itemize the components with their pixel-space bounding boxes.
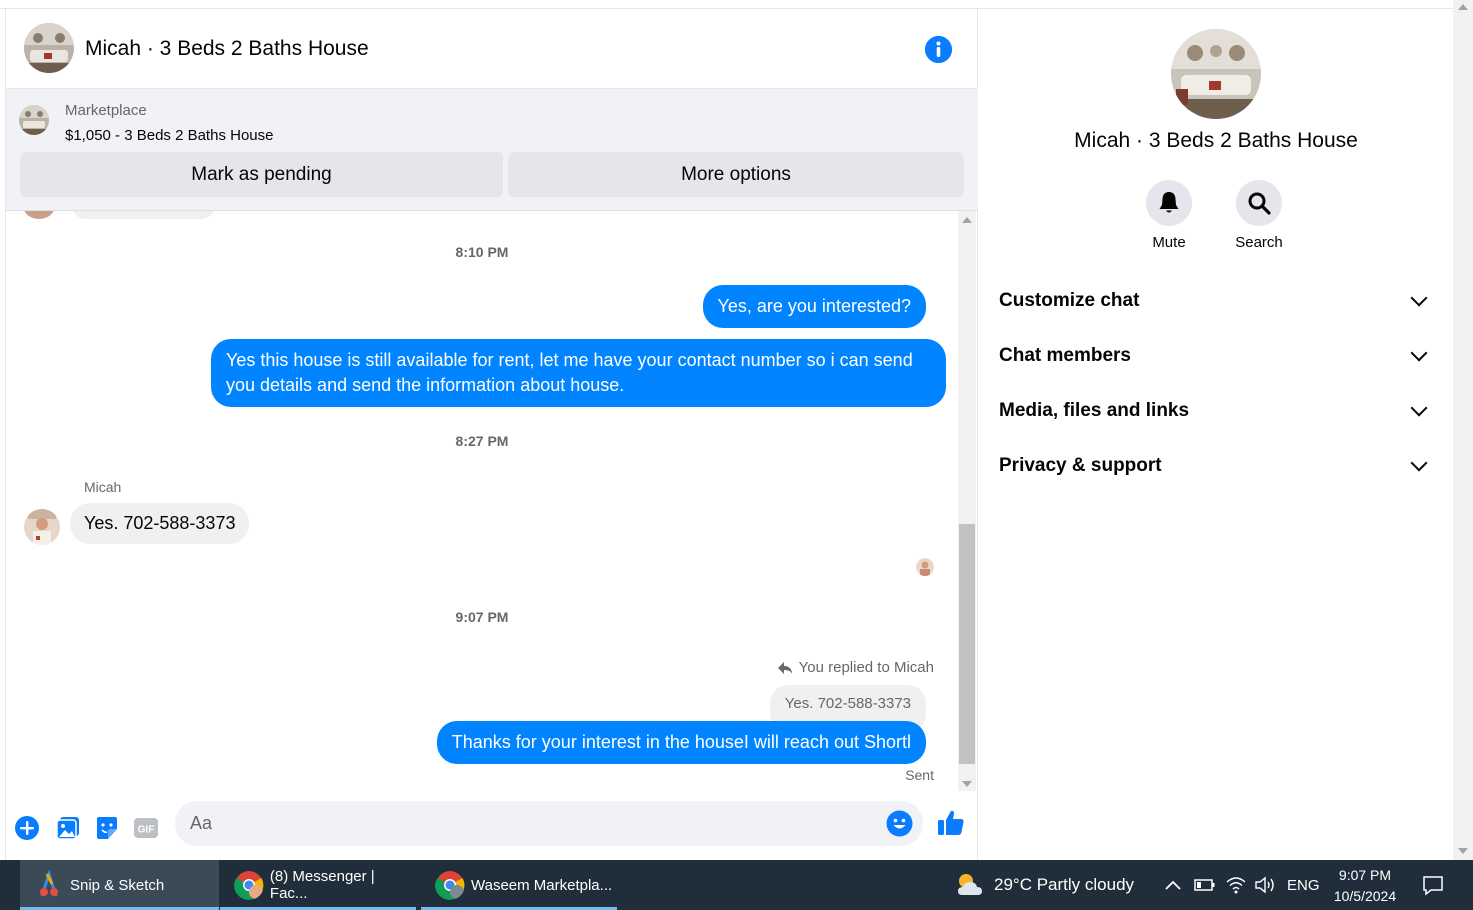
listing-thumbnail[interactable] [19, 105, 49, 135]
emoji-icon[interactable] [886, 810, 913, 837]
volume-icon[interactable] [1254, 860, 1276, 910]
conversation-avatar[interactable] [24, 23, 74, 73]
outgoing-message[interactable]: Yes, are you interested? [702, 285, 926, 328]
plus-icon[interactable] [14, 815, 40, 841]
taskbar-snip-sketch[interactable]: Snip & Sketch [20, 860, 219, 910]
search-label: Search [1235, 234, 1283, 251]
bell-icon [1159, 192, 1179, 213]
scroll-down-arrow[interactable] [1458, 848, 1468, 854]
weather-text: 29°C Partly cloudy [994, 875, 1135, 894]
conversation-info-panel: Micah · 3 Beds 2 Baths House Mute Search… [979, 9, 1453, 860]
chat-title[interactable]: Micah · 3 Beds 2 Baths House [85, 37, 369, 61]
section-privacy-support[interactable]: Privacy & support [999, 446, 1433, 486]
incoming-message[interactable]: Yes. 702-588-3373 [70, 503, 250, 544]
chat-panel: Micah · 3 Beds 2 Baths House Marketplace… [5, 9, 978, 860]
section-label: Media, files and links [999, 400, 1190, 421]
sticker-icon[interactable] [94, 815, 120, 841]
scroll-down-arrow[interactable] [962, 781, 972, 787]
chevron-down-icon [1410, 344, 1428, 362]
listing-title[interactable]: $1,050 - 3 Beds 2 Baths House [65, 127, 273, 144]
section-chat-members[interactable]: Chat members [999, 336, 1433, 376]
profile-avatar[interactable] [1171, 29, 1261, 119]
chevron-down-icon [1410, 289, 1428, 307]
taskbar-app-label: Snip & Sketch [70, 876, 165, 894]
taskbar-marketplace[interactable]: Waseem Marketpla... [421, 860, 617, 910]
partly-cloudy-icon [958, 874, 982, 895]
message-scrollbar[interactable] [958, 211, 976, 791]
show-hidden-icons[interactable] [1164, 860, 1182, 910]
reply-icon [777, 661, 792, 674]
marketplace-banner: Marketplace $1,050 - 3 Beds 2 Baths Hous… [6, 89, 978, 211]
info-icon[interactable] [925, 36, 952, 63]
clock-time: 9:07 PM [1338, 867, 1392, 883]
sender-avatar[interactable] [24, 509, 60, 545]
sender-name: Micah [84, 479, 122, 495]
message-list: 8:10 PM Yes, are you interested? Yes thi… [6, 211, 958, 791]
mute-label: Mute [1152, 234, 1186, 251]
timestamp: 8:10 PM [455, 244, 509, 260]
thumbs-up-icon[interactable] [936, 808, 966, 838]
partial-avatar [24, 211, 54, 219]
taskbar-app-label: (8) Messenger | Fac... [269, 868, 375, 902]
photo-icon[interactable] [55, 815, 81, 841]
section-label: Privacy & support [999, 455, 1162, 476]
page: Micah · 3 Beds 2 Baths House Marketplace… [0, 0, 1473, 910]
chevron-down-icon [1410, 399, 1428, 417]
language-indicator[interactable]: ENG [1287, 860, 1320, 910]
clock-date: 10/5/2024 [1333, 888, 1397, 904]
message-input[interactable]: Aa [175, 801, 923, 846]
message-input-placeholder: Aa [190, 813, 213, 833]
notifications-icon[interactable] [1422, 860, 1444, 910]
marketplace-label: Marketplace [65, 102, 147, 119]
gif-icon-label: GIF [138, 825, 155, 836]
chrome-icon [234, 871, 264, 900]
battery-icon[interactable] [1194, 860, 1216, 910]
more-options-button[interactable]: More options [508, 152, 964, 197]
taskbar: Snip & Sketch (8) Messenger | Fac... Was… [0, 860, 1473, 910]
gif-icon[interactable]: GIF [133, 815, 159, 841]
composer: GIF Aa [6, 791, 978, 860]
delivery-status: Sent [905, 767, 934, 783]
section-label: Customize chat [999, 290, 1140, 311]
page-scrollbar[interactable] [1453, 0, 1473, 860]
profile-title: Micah · 3 Beds 2 Baths House [1074, 129, 1358, 152]
scroll-up-arrow[interactable] [1458, 4, 1468, 10]
reply-indicator: You replied to Micah [777, 659, 934, 676]
wifi-icon[interactable] [1225, 860, 1247, 910]
clock[interactable]: 9:07 PM 10/5/2024 [1325, 865, 1405, 907]
outgoing-message[interactable]: Thanks for your interest in the houseI w… [436, 721, 926, 764]
snip-sketch-icon [40, 870, 58, 897]
scroll-up-arrow[interactable] [962, 217, 972, 223]
search-icon [1248, 192, 1271, 215]
scroll-thumb[interactable] [959, 524, 975, 764]
top-border [0, 0, 1453, 9]
seen-avatar [916, 558, 934, 576]
mute-button[interactable]: Mute [1129, 180, 1209, 251]
mark-as-pending-button[interactable]: Mark as pending [20, 152, 503, 197]
outgoing-message[interactable]: Yes this house is still available for re… [211, 339, 946, 407]
chrome-icon [435, 871, 465, 900]
search-button[interactable]: Search [1219, 180, 1299, 251]
chat-header: Micah · 3 Beds 2 Baths House [6, 9, 978, 89]
chevron-up-icon [1165, 880, 1181, 890]
section-media-files-links[interactable]: Media, files and links [999, 391, 1433, 431]
taskbar-app-label: Waseem Marketpla... [471, 876, 613, 894]
reply-note-text: You replied to Micah [798, 659, 934, 676]
partial-message [71, 211, 216, 219]
timestamp: 9:07 PM [455, 609, 509, 625]
weather-widget[interactable]: 29°C Partly cloudy [954, 860, 1134, 910]
taskbar-messenger[interactable]: (8) Messenger | Fac... [220, 860, 416, 910]
section-customize-chat[interactable]: Customize chat [999, 281, 1433, 321]
timestamp: 8:27 PM [455, 433, 509, 449]
chevron-down-icon [1410, 454, 1428, 472]
section-label: Chat members [999, 345, 1131, 366]
